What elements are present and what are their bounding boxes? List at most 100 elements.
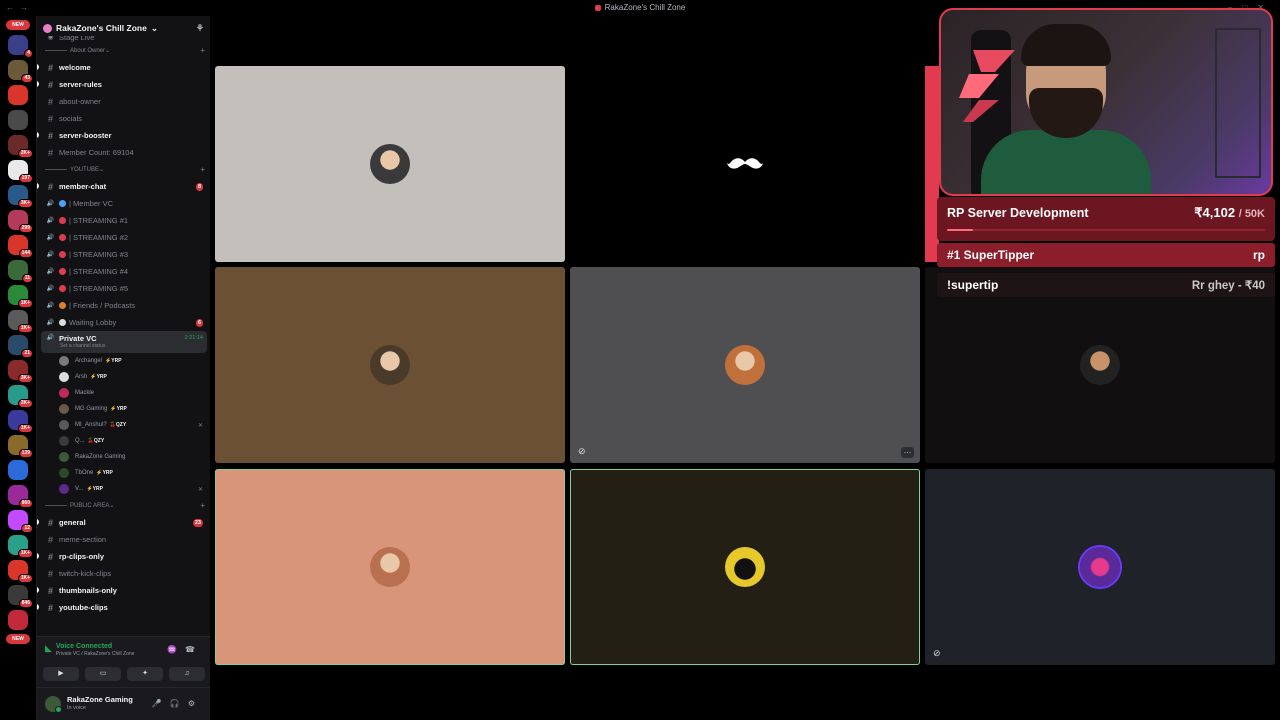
channel-list[interactable]: ◉ Stage Live About Owner ⌄ + # welcome # server…: [37, 36, 211, 648]
category-youtube[interactable]: YOUTUBE ⌄ +: [37, 161, 211, 178]
server-icon[interactable]: 1K+: [8, 560, 33, 583]
add-channel-icon[interactable]: +: [200, 165, 205, 174]
voice-member[interactable]: Mackle: [37, 385, 211, 401]
channel-label: Member Count: 69104: [59, 148, 134, 157]
more-options-button[interactable]: …: [901, 447, 914, 458]
channel-item[interactable]: # welcome: [37, 59, 211, 76]
disconnect-icon[interactable]: ♒☎: [167, 645, 203, 654]
video-tile[interactable]: ⊘…: [570, 267, 920, 463]
video-tile[interactable]: [215, 469, 565, 665]
voice-channel-item[interactable]: 🔊 Waiting Lobby 6: [37, 314, 211, 331]
invite-icon[interactable]: ⚘: [196, 23, 204, 34]
server-icon[interactable]: [8, 110, 28, 130]
server-icon[interactable]: 2K+: [8, 135, 33, 158]
voice-member[interactable]: Archangel ⚡YRP: [37, 353, 211, 369]
chevron-down-icon: ⌄: [99, 167, 105, 173]
add-channel-icon[interactable]: +: [200, 501, 205, 510]
video-tile[interactable]: [215, 66, 565, 262]
voice-channel-item[interactable]: 🔊 | STREAMING #1: [37, 212, 211, 229]
avatar[interactable]: [45, 696, 62, 713]
channel-emoji-icon: [59, 200, 66, 207]
add-channel-icon[interactable]: +: [200, 46, 205, 55]
server-icon[interactable]: 1K+: [8, 410, 33, 433]
server-icon[interactable]: 1K+: [8, 535, 33, 558]
server-icon[interactable]: 3K+: [8, 185, 33, 208]
voice-location[interactable]: Private VC / RakaZone's Chill Zone: [56, 651, 135, 657]
channel-item[interactable]: # thumbnails-only: [37, 582, 211, 599]
server-icon[interactable]: 299: [8, 210, 33, 233]
video-tile[interactable]: [215, 267, 565, 463]
muted-icon[interactable]: ⊘: [578, 446, 586, 457]
channel-member-chat[interactable]: # member-chat 8: [37, 178, 211, 195]
channel-item[interactable]: # youtube-clips: [37, 599, 211, 616]
server-icon[interactable]: 1K+: [8, 285, 33, 308]
server-icon[interactable]: 197: [8, 160, 33, 183]
screen-share-button[interactable]: ▭: [85, 667, 121, 681]
voice-channel-item[interactable]: 🔊 | STREAMING #2: [37, 229, 211, 246]
voice-channel-item[interactable]: 🔊 | STREAMING #5: [37, 280, 211, 297]
avatar: [59, 484, 69, 494]
member-tag: ⚡YRP: [90, 374, 107, 380]
voice-member[interactable]: MI_Anshul? 🍒QZY ✕: [37, 417, 211, 433]
channel-item[interactable]: # meme-section: [37, 531, 211, 548]
signal-icon[interactable]: ◣: [45, 643, 52, 654]
deafened-icon[interactable]: ⊘: [933, 648, 941, 659]
voice-channel-item[interactable]: 🔊 | STREAMING #3: [37, 246, 211, 263]
server-icon[interactable]: 4: [8, 35, 33, 58]
hashtag-icon: #: [47, 79, 53, 90]
channel-item[interactable]: # twitch-kick-clips: [37, 565, 211, 582]
video-tile[interactable]: [570, 66, 920, 262]
server-icon[interactable]: 960: [8, 485, 33, 508]
voice-channel-item[interactable]: 🔊 | STREAMING #4: [37, 263, 211, 280]
server-icon[interactable]: [8, 610, 28, 630]
server-icon[interactable]: 21: [8, 335, 33, 358]
server-icon[interactable]: 11: [8, 260, 33, 283]
nav-arrows-icon[interactable]: ←→: [6, 0, 34, 16]
user-avatar: [1080, 345, 1120, 385]
server-icon[interactable]: 12: [8, 510, 33, 533]
goal-progress-fill: [947, 229, 974, 231]
streamer-hair: [1021, 24, 1111, 66]
server-icon[interactable]: 144: [8, 235, 33, 258]
server-icon[interactable]: 43: [8, 60, 33, 83]
voice-member[interactable]: Arsh ⚡YRP: [37, 369, 211, 385]
supertip-value: Rr ghey - ₹40: [1191, 280, 1265, 292]
server-icon[interactable]: 846: [8, 585, 33, 608]
server-icon[interactable]: 139: [8, 435, 33, 458]
channel-label: | STREAMING #3: [69, 250, 129, 259]
channel-status[interactable]: Set a channel status: [60, 343, 105, 349]
voice-member[interactable]: MG Gaming ⚡YRP: [37, 401, 211, 417]
activities-button[interactable]: ✦: [127, 667, 163, 681]
channel-item[interactable]: # about-owner: [37, 93, 211, 110]
channel-item[interactable]: # socials: [37, 110, 211, 127]
window-title: RakaZone's Chill Zone: [604, 3, 686, 12]
member-tag: 🍒QZY: [109, 422, 127, 428]
voice-channel-item[interactable]: 🔊 | Member VC: [37, 195, 211, 212]
server-icon[interactable]: [8, 85, 28, 105]
channel-stage[interactable]: ◉ Stage Live: [37, 36, 211, 42]
channel-private-vc[interactable]: 🔊 Private VC Set a channel status 2:21:14: [41, 331, 207, 353]
server-icon[interactable]: 2K+: [8, 385, 33, 408]
voice-member[interactable]: Q... 🍒QZY: [37, 433, 211, 449]
voice-member[interactable]: V... ⚡YRP ✕: [37, 481, 211, 497]
category-public-area[interactable]: PUBLIC AREA ⌄ +: [37, 497, 211, 514]
channel-general[interactable]: # general 23: [37, 514, 211, 531]
user-controls[interactable]: 🎤🎧⚙: [152, 699, 203, 708]
channel-item[interactable]: # server-booster: [37, 127, 211, 144]
video-tile[interactable]: ⊘: [925, 469, 1275, 665]
camera-button[interactable]: ▶: [43, 667, 79, 681]
server-icon[interactable]: 1K+: [8, 310, 33, 333]
soundboard-button[interactable]: ♫: [169, 667, 205, 681]
channel-item[interactable]: # Member Count: 69104: [37, 144, 211, 161]
voice-channel-item[interactable]: 🔊 | Friends / Podcasts: [37, 297, 211, 314]
channel-item[interactable]: # rp-clips-only: [37, 548, 211, 565]
server-icon[interactable]: [8, 460, 28, 480]
video-tile[interactable]: [570, 469, 920, 665]
voice-member[interactable]: TbOne ⚡YRP: [37, 465, 211, 481]
speaker-icon: 🔊: [46, 320, 55, 326]
category-about-owner[interactable]: About Owner ⌄ +: [37, 42, 211, 59]
channel-item[interactable]: # server-rules: [37, 76, 211, 93]
server-icon[interactable]: 3K+: [8, 360, 33, 383]
voice-member[interactable]: RakaZone Gaming: [37, 449, 211, 465]
user-name[interactable]: RakaZone Gaming: [67, 695, 133, 704]
